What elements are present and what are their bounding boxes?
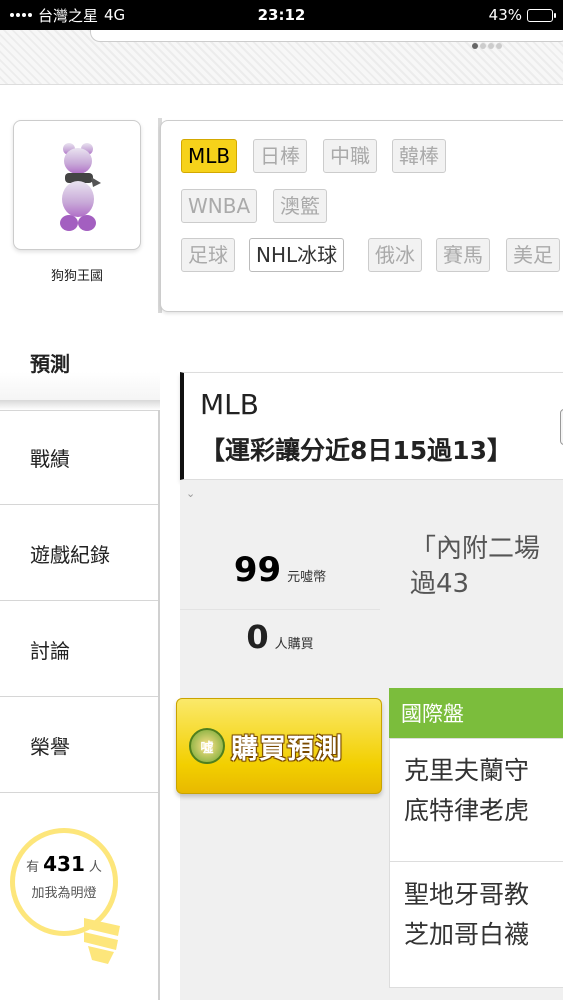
market-list: 克里夫蘭守 底特律老虎 聖地牙哥教 芝加哥白襪 <box>389 738 563 988</box>
battery-icon <box>527 8 556 22</box>
signal-icon <box>10 13 32 17</box>
category-khl[interactable]: 俄冰 <box>368 238 422 272</box>
fans-number: 431 <box>43 852 85 876</box>
fans-prefix: 有 <box>26 860 40 875</box>
tab-record[interactable]: 戰績 <box>0 410 160 505</box>
price: 99 元噓幣 <box>180 540 380 610</box>
category-horse-racing[interactable]: 賽馬 <box>436 238 490 272</box>
page-dot <box>496 43 502 49</box>
tab-discussion[interactable]: 討論 <box>0 602 160 697</box>
page-dot <box>472 43 478 49</box>
fans-suffix: 人 <box>88 860 102 875</box>
market-header: 國際盤 <box>389 688 563 738</box>
carrier-name: 台灣之星 <box>38 6 99 25</box>
top-banner <box>0 30 563 85</box>
network-type: 4G <box>104 6 126 24</box>
match-item[interactable]: 克里夫蘭守 底特律老虎 <box>404 751 529 831</box>
price-unit: 元噓幣 <box>287 570 327 585</box>
prediction-title: 【運彩讓分近8日15過13】 <box>200 436 512 465</box>
status-bar: 台灣之星 4G 23:12 43% <box>0 0 563 30</box>
page-indicator[interactable] <box>472 43 502 49</box>
tab-shadow <box>0 400 160 410</box>
tab-honor[interactable]: 榮譽 <box>0 698 160 793</box>
battery-percent: 43% <box>488 6 522 24</box>
category-soccer[interactable]: 足球 <box>181 238 235 272</box>
league-name: MLB <box>200 388 259 421</box>
coin-icon: 噓 <box>189 728 225 764</box>
category-panel: MLB 日棒 中職 韓棒 WNBA 澳籃 足球 NHL冰球 俄冰 賽馬 美足 <box>160 120 563 312</box>
page-dot <box>488 43 494 49</box>
match-item[interactable]: 聖地牙哥教 芝加哥白襪 <box>404 875 529 955</box>
buy-prediction-button[interactable]: 噓 購買預測 <box>176 698 382 794</box>
tab-game-log[interactable]: 遊戲紀錄 <box>0 506 160 601</box>
chevron-down-icon: ⌄ <box>186 487 196 500</box>
banner-card <box>90 30 563 42</box>
divider <box>390 861 563 862</box>
category-kbo[interactable]: 韓棒 <box>392 139 446 173</box>
carrier-info: 台灣之星 4G <box>10 5 210 26</box>
price-value: 99 <box>233 550 282 590</box>
prediction-header: MLB 【運彩讓分近8日15過13】 <box>180 372 563 480</box>
buy-button-label: 購買預測 <box>231 733 343 765</box>
category-mlb[interactable]: MLB <box>181 139 238 173</box>
avatar[interactable] <box>13 120 141 250</box>
crystal-bear-icon <box>60 143 101 231</box>
battery-info: 43% <box>488 0 556 30</box>
category-nhl[interactable]: NHL冰球 <box>249 238 345 272</box>
category-nfl[interactable]: 美足 <box>506 238 560 272</box>
prediction-description: 「內附二場 過43 <box>410 534 541 600</box>
buyers: 0 人購買 <box>180 618 380 678</box>
buyers-count: 0 <box>246 618 269 656</box>
category-cpbl[interactable]: 中職 <box>323 139 377 173</box>
tab-prediction[interactable]: 預測 <box>0 315 160 410</box>
buyers-unit: 人購買 <box>274 637 314 652</box>
category-wnba[interactable]: WNBA <box>181 189 258 223</box>
bulb-base-icon <box>84 918 120 964</box>
divider <box>158 410 160 1000</box>
category-nbl[interactable]: 澳籃 <box>273 189 327 223</box>
page-dot <box>480 43 486 49</box>
username: 狗狗王國 <box>50 269 103 284</box>
fans-count: 有 431 人 <box>10 852 118 876</box>
category-npb[interactable]: 日棒 <box>253 139 307 173</box>
follow-label: 加我為明燈 <box>31 886 97 901</box>
